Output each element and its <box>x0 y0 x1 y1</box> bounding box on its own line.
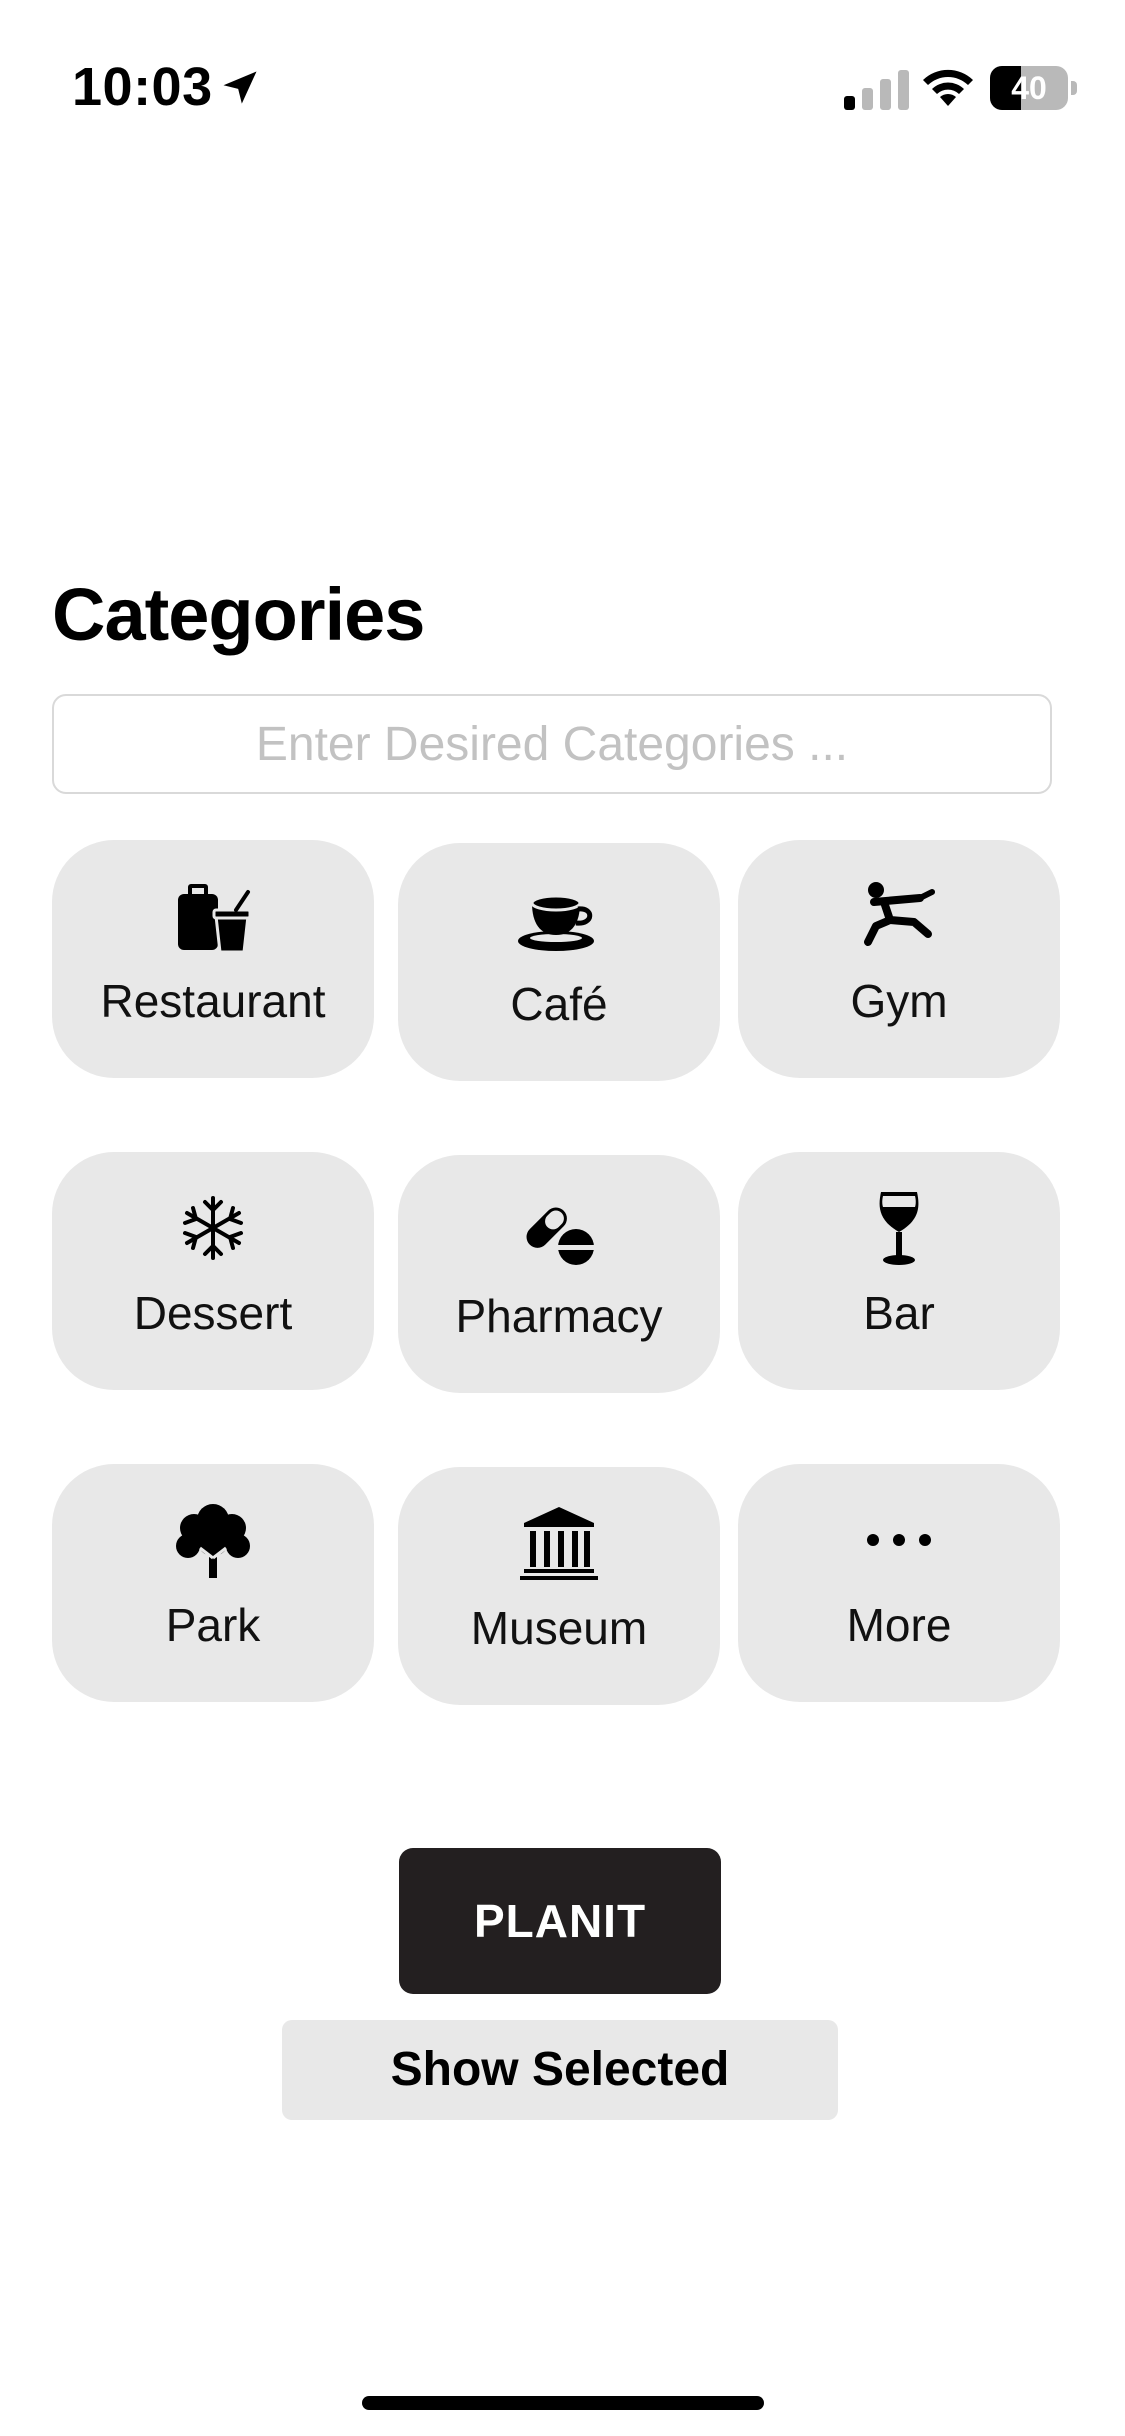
category-tile-more[interactable]: More <box>738 1464 1060 1702</box>
category-tile-cafe[interactable]: Café <box>398 843 720 1081</box>
category-tile-pharmacy[interactable]: Pharmacy <box>398 1155 720 1393</box>
category-label: Restaurant <box>100 975 326 1027</box>
tree-icon <box>168 1500 258 1580</box>
category-label: Museum <box>470 1602 648 1654</box>
category-label: Gym <box>850 975 948 1027</box>
category-label: Bar <box>863 1287 935 1339</box>
category-label: Café <box>510 978 608 1030</box>
takeout-bag-icon <box>168 876 258 956</box>
figure-exercise-icon <box>854 876 944 956</box>
home-indicator[interactable] <box>362 2396 764 2410</box>
cup-and-saucer-icon <box>514 879 604 959</box>
cellular-signal-icon <box>844 70 909 110</box>
category-label: Park <box>165 1599 261 1651</box>
wine-glass-icon <box>854 1188 944 1268</box>
status-bar: 10:03 40 <box>0 0 1125 150</box>
category-label: More <box>846 1599 952 1651</box>
category-tile-museum[interactable]: Museum <box>398 1467 720 1705</box>
category-tile-park[interactable]: Park <box>52 1464 374 1702</box>
battery-level: 40 <box>1011 70 1047 106</box>
category-tile-restaurant[interactable]: Restaurant <box>52 840 374 1078</box>
pills-icon <box>514 1191 604 1271</box>
category-tile-dessert[interactable]: Dessert <box>52 1152 374 1390</box>
building-columns-icon <box>514 1503 604 1583</box>
category-label: Dessert <box>133 1287 293 1339</box>
planit-button[interactable]: PLANIT <box>399 1848 721 1994</box>
category-tile-bar[interactable]: Bar <box>738 1152 1060 1390</box>
show-selected-button[interactable]: Show Selected <box>282 2020 838 2120</box>
location-arrow-icon <box>223 71 257 104</box>
category-search-input[interactable] <box>52 694 1052 794</box>
page-title: Categories <box>52 573 425 656</box>
battery-indicator: 40 <box>990 66 1078 110</box>
snowflake-icon <box>168 1188 258 1268</box>
ellipsis-icon <box>854 1500 944 1580</box>
wifi-icon <box>923 69 973 106</box>
status-time: 10:03 <box>72 57 213 117</box>
category-label: Pharmacy <box>455 1290 663 1342</box>
category-tile-gym[interactable]: Gym <box>738 840 1060 1078</box>
